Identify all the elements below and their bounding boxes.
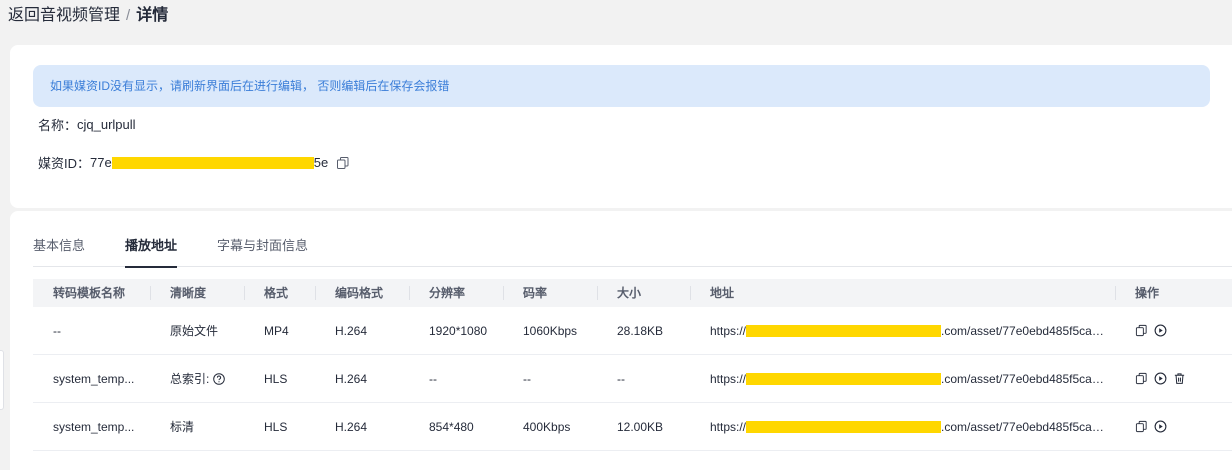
cell-size: 12.00KB — [617, 419, 664, 434]
cell-definition: 原始文件 — [170, 323, 219, 338]
help-icon[interactable] — [213, 357, 226, 385]
cell-size: -- — [617, 371, 625, 386]
column-header-template: 转码模板名称 — [53, 286, 126, 300]
table-header: 转码模板名称 清晰度 格式 编码格式 分辨率 码率 大小 地址 操作 — [33, 279, 1232, 307]
cell-bitrate: -- — [523, 371, 531, 386]
cell-actions — [1115, 403, 1232, 451]
cell-url: https:// .com/asset/77e0ebd485f5caf... — [690, 355, 1115, 403]
delete-icon[interactable] — [1173, 372, 1186, 385]
media-info-card: 如果媒资ID没有显示，请刷新界面后在进行编辑， 否则编辑后在保存会报错 名称： … — [10, 45, 1232, 208]
url-suffix: .com/asset/77e0ebd485f5caf... — [941, 419, 1105, 434]
cell-codec: H.264 — [335, 371, 368, 386]
cell-resolution: -- — [429, 371, 437, 386]
redaction-block — [746, 372, 942, 385]
copy-icon[interactable] — [1135, 372, 1148, 385]
page-title: 详情 — [136, 7, 169, 24]
url-prefix: https:// — [710, 323, 747, 338]
cell-resolution: 854*480 — [429, 419, 474, 434]
copy-icon[interactable] — [1135, 420, 1148, 433]
cell-actions — [1115, 307, 1232, 355]
column-header-actions: 操作 — [1115, 279, 1232, 307]
play-url-table: 转码模板名称 清晰度 格式 编码格式 分辨率 码率 大小 地址 操作 -- 原始… — [33, 279, 1232, 451]
cell-url: https:// .com/asset/77e0ebd485f5caf... — [690, 307, 1115, 355]
column-header-url: 地址 — [690, 279, 1115, 307]
cell-template: system_temp... — [53, 371, 135, 386]
play-icon[interactable] — [1154, 372, 1167, 385]
play-icon[interactable] — [1154, 324, 1167, 337]
media-id-line: 媒资ID： 77e 5e — [38, 153, 350, 172]
tab-basic-info[interactable]: 基本信息 — [33, 235, 85, 267]
cell-url: https:// .com/asset/77e0ebd485f5caf... — [690, 403, 1115, 451]
column-header-bitrate: 码率 — [503, 279, 597, 307]
copy-icon[interactable] — [336, 156, 350, 170]
side-panel-handle[interactable] — [0, 350, 4, 410]
redaction-block — [746, 324, 942, 337]
media-name-value: cjq_urlpull — [77, 117, 136, 132]
back-to-media-management-link[interactable]: 返回音视频管理 — [8, 6, 120, 26]
table-row: system_temp... 标清 HLS H.264 854*480 400K… — [33, 403, 1232, 451]
cell-format: HLS — [264, 419, 288, 434]
cell-resolution: 1920*1080 — [429, 323, 488, 338]
url-prefix: https:// — [710, 371, 747, 386]
notice-banner: 如果媒资ID没有显示，请刷新界面后在进行编辑， 否则编辑后在保存会报错 — [33, 65, 1210, 107]
play-icon[interactable] — [1154, 420, 1167, 433]
url-suffix: .com/asset/77e0ebd485f5caf... — [941, 371, 1105, 386]
tab-subtitle-cover[interactable]: 字幕与封面信息 — [217, 235, 308, 267]
column-header-resolution: 分辨率 — [409, 279, 503, 307]
cell-codec: H.264 — [335, 323, 368, 338]
definition-text: 总索引: — [170, 371, 210, 386]
column-header-size: 大小 — [597, 279, 690, 307]
media-name-label: 名称： — [38, 118, 78, 133]
media-id-suffix: 5e — [313, 155, 329, 170]
breadcrumb-separator: / — [126, 7, 131, 24]
table-row: -- 原始文件 MP4 H.264 1920*1080 1060Kbps 28.… — [33, 307, 1232, 355]
cell-definition: 总索引: — [150, 355, 244, 403]
tab-bar: 基本信息 播放地址 字幕与封面信息 — [33, 235, 1232, 268]
cell-template: system_temp... — [53, 419, 135, 434]
column-header-codec: 编码格式 — [315, 279, 409, 307]
media-name-line: 名称： cjq_urlpull — [38, 115, 136, 134]
media-id-prefix: 77e — [90, 155, 112, 170]
url-prefix: https:// — [710, 419, 747, 434]
column-header-definition: 清晰度 — [150, 279, 244, 307]
column-header-format: 格式 — [244, 279, 315, 307]
redaction-block — [111, 156, 314, 169]
table-row: system_temp... 总索引: HLS H.264 -- -- -- h… — [33, 355, 1232, 403]
cell-bitrate: 400Kbps — [523, 419, 571, 434]
cell-definition: 标清 — [170, 419, 195, 434]
cell-format: HLS — [264, 371, 288, 386]
details-card: 基本信息 播放地址 字幕与封面信息 转码模板名称 清晰度 格式 编码格式 分辨率… — [10, 211, 1232, 470]
cell-codec: H.264 — [335, 419, 368, 434]
cell-template: -- — [53, 323, 61, 338]
cell-format: MP4 — [264, 323, 289, 338]
media-id-label: 媒资ID： — [38, 156, 91, 171]
tab-play-url[interactable]: 播放地址 — [125, 235, 178, 268]
cell-bitrate: 1060Kbps — [523, 323, 578, 338]
breadcrumb: 返回音视频管理 / 详情 — [8, 6, 168, 26]
copy-icon[interactable] — [1135, 324, 1148, 337]
cell-actions — [1115, 355, 1232, 403]
cell-size: 28.18KB — [617, 323, 664, 338]
url-suffix: .com/asset/77e0ebd485f5caf... — [941, 323, 1105, 338]
redaction-block — [746, 420, 942, 433]
